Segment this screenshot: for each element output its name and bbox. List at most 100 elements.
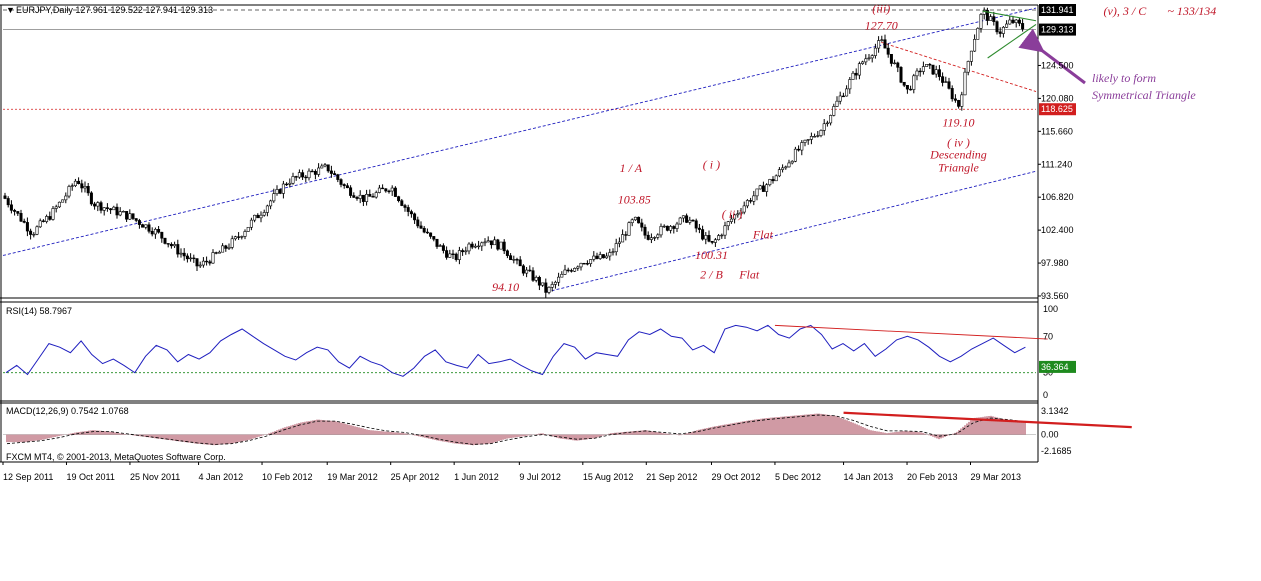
candle-body [230,238,234,248]
candle-body [633,216,637,221]
price-tick-label: 97.980 [1041,258,1069,268]
candle-body [342,184,346,186]
candle-body [637,216,641,224]
x-tick-label: 20 Feb 2013 [907,472,958,482]
macd-tick-label: 0.00 [1041,430,1059,440]
candle-body [137,220,141,225]
candle-body [691,219,695,222]
candle-body [112,206,116,211]
x-tick-label: 19 Mar 2012 [327,472,378,482]
upper-channel-line [2,7,1037,256]
macd-resistance-line [843,411,1132,429]
candle-body [355,197,359,199]
candle-body [237,236,241,238]
candle-body [973,39,977,52]
candle-body [563,269,567,275]
candle-body [963,71,967,96]
candle-body [285,183,289,186]
candle-body [889,53,893,64]
candle-body [96,202,100,207]
candle-body [483,241,487,244]
candle-body [201,260,205,266]
candle-body [656,234,660,238]
rsi-panel: RSI(14) 58.7967 [3,306,1048,377]
price-tick-label: 124.500 [1041,60,1074,70]
x-tick-label: 25 Nov 2011 [130,472,180,482]
wave-annotation: ~ 133/134 [1167,4,1216,18]
rsi-line [5,324,1026,377]
candle-body [512,259,516,261]
candle-body [509,255,513,261]
candle-body [496,239,500,250]
candle-body [976,28,980,40]
candle-body [749,200,753,202]
candle-body [800,142,804,151]
candle-body [243,231,247,237]
candle-body [99,202,103,211]
candle-body [675,223,679,229]
candle-body [595,255,599,259]
x-tick-label: 12 Sep 2011 [3,472,53,482]
candle-body [329,170,333,174]
candle-body [176,244,180,255]
candle-body [390,187,394,192]
candle-body [781,167,785,170]
price-tick-label: 115.660 [1041,126,1073,136]
price-tag-label: 129.313 [1041,25,1074,35]
candle-body [310,170,314,173]
candle-body [13,210,17,212]
candle-body [118,211,122,216]
candle-body [294,176,298,178]
candle-body [419,225,423,229]
candle-body [464,250,468,253]
candle-body [912,75,916,90]
candle-body [345,185,349,189]
candle-body [435,238,439,247]
candle-body [438,245,442,247]
candle-body [669,226,673,231]
candle-body [537,276,541,286]
candle-body [774,175,778,182]
candle-body [864,58,868,63]
candle-body [67,186,71,197]
candle-body [211,252,215,264]
candle-body [877,40,881,49]
candle-body [825,122,829,125]
candle-body [253,214,257,221]
candle-body [905,84,909,90]
candle-body [534,276,538,281]
candle-body [333,173,337,175]
candle-body [819,130,823,136]
candle-body [688,219,692,223]
candle-body [493,239,497,246]
candle-body [422,227,426,233]
candle-body [275,189,279,194]
candle-body [835,100,839,107]
candle-body [662,225,666,228]
candle-body [611,251,615,253]
candle-body [400,200,404,206]
candle-body [829,115,833,124]
price-tick-label: 106.820 [1041,192,1074,202]
candle-body [547,286,551,293]
candle-body [681,215,685,219]
candle-body [70,185,74,187]
candle-body [189,257,193,260]
candle-body [627,222,631,236]
candle-body [989,16,993,21]
candle-body [582,262,586,265]
candle-body [278,189,282,194]
candle-body [470,243,474,248]
x-tick-label: 5 Dec 2012 [775,472,821,482]
candle-body [947,81,951,89]
candle-body [381,187,385,190]
candle-body [771,179,775,182]
candle-body [141,224,145,228]
wave-annotation: 119.10 [942,116,974,130]
candle-body [448,253,452,258]
candle-body [605,255,609,259]
candle-body [214,252,218,254]
rsi-header: RSI(14) 58.7967 [6,306,72,316]
candle-body [281,183,285,194]
candle-body [707,235,711,242]
